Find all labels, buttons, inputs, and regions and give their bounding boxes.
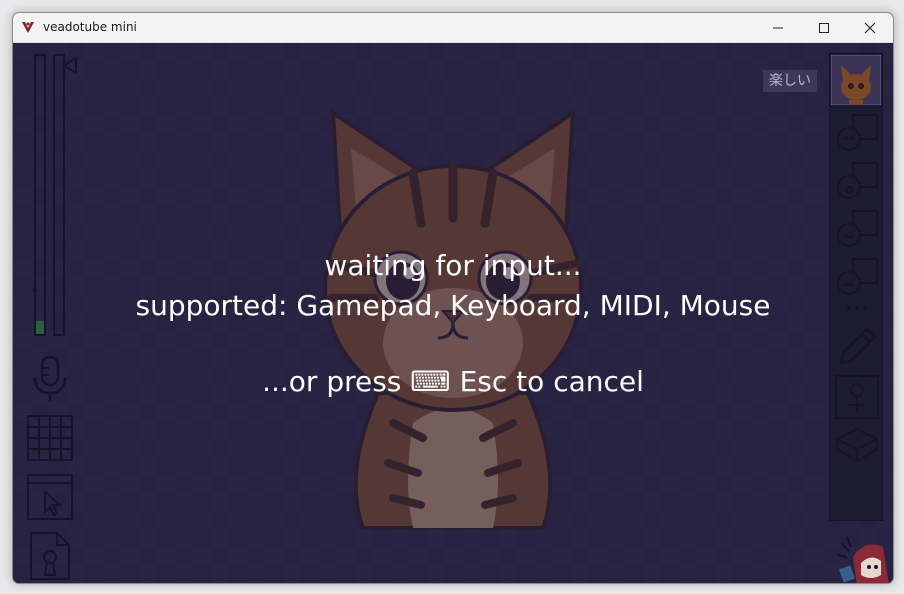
state-slot-2-icon[interactable] (835, 161, 881, 203)
pencil-edit-icon[interactable] (837, 325, 877, 367)
title-bar[interactable]: veadotube mini (13, 13, 893, 43)
avatar-stage: 楽しい waiting for input... supported: Game… (13, 43, 893, 583)
state-slot-1-icon[interactable] (835, 113, 881, 155)
waiting-message: waiting for input... (324, 249, 582, 282)
close-icon (864, 22, 876, 34)
supported-devices-message: supported: Gamepad, Keyboard, MIDI, Mous… (135, 289, 771, 322)
cancel-hint-message: ...or press ⌨ Esc to cancel (262, 365, 644, 398)
maximize-icon (819, 23, 829, 33)
grid-icon[interactable] (27, 415, 73, 461)
state-thumbnail-active[interactable] (831, 55, 881, 105)
minimize-button[interactable] (755, 13, 801, 42)
minimize-icon (773, 27, 783, 29)
mood-label: 楽しい (763, 70, 817, 92)
state-slot-3-icon[interactable] (835, 209, 881, 251)
file-lock-icon[interactable] (29, 531, 71, 581)
mascot-sticker-icon[interactable] (835, 533, 891, 584)
app-window: veadotube mini 楽しい waiting for input... … (12, 12, 894, 584)
window-cursor-icon[interactable] (27, 474, 73, 520)
window-title: veadotube mini (43, 20, 137, 34)
close-button[interactable] (847, 13, 893, 42)
3d-box-icon[interactable] (835, 427, 879, 463)
app-logo-icon (22, 22, 34, 33)
maximize-button[interactable] (801, 13, 847, 42)
